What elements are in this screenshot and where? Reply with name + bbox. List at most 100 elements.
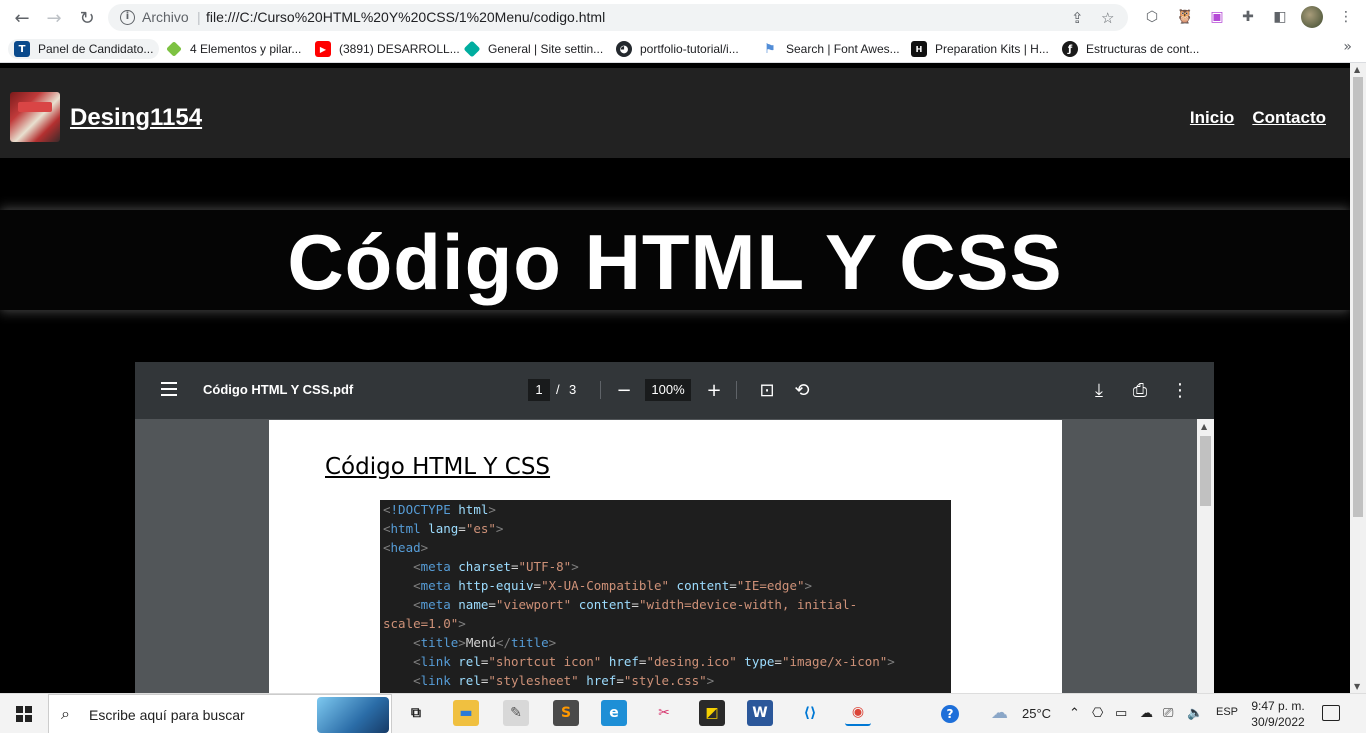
chrome-icon[interactable]: ◉ [845, 700, 871, 726]
search-highlight-image[interactable] [317, 697, 389, 733]
code-token: "width=device-width, initial- [638, 597, 858, 612]
task-view-icon[interactable]: ⧉ [403, 700, 429, 726]
rotate-icon[interactable]: ⟲ [790, 378, 814, 402]
chevron-up-icon[interactable]: ⌃ [1069, 706, 1080, 721]
windows-start-icon[interactable] [16, 706, 32, 722]
netlify-icon [463, 40, 481, 58]
bookmark-item[interactable]: ▶ (3891) DESARROLL... [315, 39, 460, 59]
extension-cube-icon[interactable]: ⬡ [1142, 7, 1162, 27]
pdf-filename: Código HTML Y CSS.pdf [203, 382, 354, 397]
print-icon[interactable]: ⎙ [1128, 378, 1152, 402]
code-token: title [420, 635, 459, 650]
taskbar: ⌕ Escribe aquí para buscar ⧉ ▬ ✎ Se ✂ ◩ W ⟨⟩ ◉ ?… [0, 693, 1366, 733]
side-panel-icon[interactable]: ◧ [1270, 7, 1290, 27]
site-name-link[interactable]: Desing1154 [70, 104, 202, 132]
code-token: = [729, 578, 737, 593]
extension-owl-icon[interactable]: 🦉 [1175, 7, 1195, 27]
bookmark-item[interactable]: T Panel de Candidato... [8, 39, 160, 59]
volume-icon[interactable]: 🔈 [1187, 706, 1203, 721]
page-scrollbar[interactable]: ▲ ▼ [1350, 63, 1366, 693]
tt-icon: T [14, 41, 30, 57]
bookmark-item[interactable]: ƒ Estructuras de cont... [1062, 39, 1199, 59]
more-options-icon[interactable]: ⋮ [1168, 378, 1192, 402]
bookmark-item[interactable]: 4 Elementos y pilar... [166, 39, 301, 59]
page-scroll-thumb[interactable] [1353, 77, 1363, 517]
code-token: "stylesheet" [488, 673, 579, 688]
page-total: 3 [569, 382, 577, 397]
profile-avatar[interactable] [1301, 6, 1323, 28]
address-bar[interactable]: i Archivo | file:///C:/Curso%20HTML%20Y%… [108, 4, 1128, 31]
edge-icon[interactable]: e [601, 700, 627, 726]
clock-time: 9:47 p. m. [1251, 699, 1305, 713]
fit-page-icon[interactable]: ⊡ [755, 378, 779, 402]
zoom-in-icon[interactable]: + [702, 378, 726, 402]
bookmark-star-icon[interactable]: ☆ [1101, 9, 1114, 27]
pdf-scroll-thumb[interactable] [1200, 436, 1211, 506]
word-icon[interactable]: W [747, 700, 773, 726]
share-icon[interactable]: ⇪ [1071, 9, 1084, 27]
bookmark-item[interactable]: ◕ portfolio-tutorial/i... [616, 39, 739, 59]
language-indicator[interactable]: ESP [1216, 706, 1238, 718]
scroll-down-icon[interactable]: ▼ [1354, 682, 1360, 691]
code-token: http-equiv [458, 578, 534, 593]
weather-temperature[interactable]: 25°C [1022, 706, 1051, 721]
extension-purple-icon[interactable]: ▣ [1207, 7, 1227, 27]
back-icon[interactable]: ← [10, 6, 34, 30]
sublime-text-icon[interactable]: S [553, 700, 579, 726]
code-token: > [706, 673, 715, 688]
code-token: > [804, 578, 813, 593]
download-icon[interactable]: ⤓ [1087, 378, 1111, 402]
taskbar-search[interactable]: ⌕ Escribe aquí para buscar [48, 694, 392, 733]
file-explorer-icon[interactable]: ▬ [453, 700, 479, 726]
pdf-scrollbar[interactable]: ▲ [1197, 419, 1214, 693]
extensions-puzzle-icon[interactable]: ✚ [1238, 7, 1258, 27]
hackerrank-icon: H [911, 41, 927, 57]
menu-icon[interactable] [161, 382, 177, 396]
clock[interactable]: 9:47 p. m. 30/9/2022 [1246, 698, 1310, 730]
code-token: "es" [465, 521, 496, 536]
bookmark-item[interactable]: ⚑ Search | Font Awes... [762, 39, 900, 59]
bookmark-item[interactable]: General | Site settin... [463, 39, 603, 59]
reload-icon[interactable]: ↻ [75, 6, 99, 30]
code-token: > [495, 521, 504, 536]
battery-icon[interactable]: ▭ [1115, 706, 1127, 721]
tools-icon[interactable]: ✎ [503, 700, 529, 726]
chrome-menu-icon[interactable]: ⋮ [1336, 7, 1356, 27]
github-icon: ◕ [616, 41, 632, 57]
nav-link-contacto[interactable]: Contacto [1252, 108, 1326, 128]
nav-link-inicio[interactable]: Inicio [1190, 108, 1234, 128]
url-text[interactable]: file:///C:/Curso%20HTML%20Y%20CSS/1%20Me… [206, 9, 605, 25]
code-token: name [458, 597, 489, 612]
scroll-up-icon[interactable]: ▲ [1201, 422, 1207, 431]
zoom-input[interactable]: 100% [645, 379, 691, 401]
snip-icon[interactable]: ✂ [651, 700, 677, 726]
help-icon[interactable]: ? [941, 705, 959, 723]
document-title: Código HTML Y CSS [325, 454, 551, 480]
forward-icon[interactable]: → [42, 6, 66, 30]
code-token: < [413, 654, 421, 669]
page-number-input[interactable]: 1 [528, 379, 550, 401]
code-token: < [413, 635, 421, 650]
meet-now-icon[interactable]: ⎔ [1092, 706, 1103, 721]
sticky-notes-icon[interactable]: ◩ [699, 700, 725, 726]
bookmark-label: (3891) DESARROLL... [339, 42, 460, 56]
notifications-icon[interactable] [1322, 705, 1340, 721]
code-line: <link rel="stylesheet" href="style.css"> [383, 671, 948, 690]
code-token: "style.css" [623, 673, 707, 688]
zoom-out-icon[interactable]: − [612, 378, 636, 402]
vscode-icon[interactable]: ⟨⟩ [797, 700, 823, 726]
info-icon[interactable]: i [120, 10, 135, 25]
network-icon[interactable]: ⎚ [1163, 706, 1173, 721]
weather-cloud-icon[interactable]: ☁ [991, 703, 1008, 723]
onedrive-icon[interactable]: ☁ [1140, 706, 1153, 721]
bookmark-item[interactable]: H Preparation Kits | H... [911, 39, 1049, 59]
more-bookmarks-icon[interactable]: » [1343, 39, 1352, 55]
scroll-up-icon[interactable]: ▲ [1354, 65, 1360, 74]
code-token: href [586, 673, 617, 688]
code-token: "shortcut icon" [488, 654, 602, 669]
site-logo[interactable] [10, 92, 60, 142]
toolbar-divider [600, 381, 601, 399]
